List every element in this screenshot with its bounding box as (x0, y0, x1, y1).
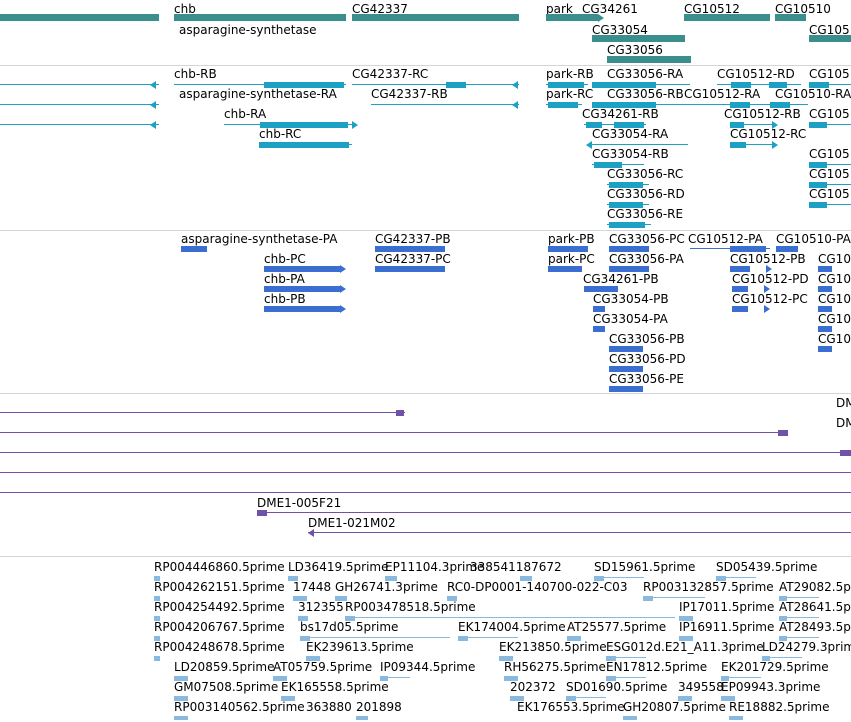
est-label: SD15961.5prime (594, 560, 696, 574)
est-label: EK213850.5prime (499, 640, 607, 654)
est-label: 363880 (306, 700, 352, 714)
est-label: EK176553.5prime (517, 700, 625, 714)
genome-browser-viewer[interactable]: chb asparagine-synthetase CG42337 park C… (0, 0, 851, 722)
est-label: EK201729.5prime (721, 660, 829, 674)
est-label: GH20807.5prime (623, 700, 726, 714)
est-label: RP004206767.5prime (154, 620, 285, 634)
est-label: GH26741.3prime (335, 580, 438, 594)
est-label: RP004254492.5prime (154, 600, 285, 614)
est-label: AT25577.5prime (567, 620, 667, 634)
est-label: RP003478518.5prime (345, 600, 476, 614)
est-label: 201898 (356, 700, 402, 714)
est-label: IP16911.5prime (679, 620, 775, 634)
est-label: EK174004.5prime (458, 620, 566, 634)
est-label: LD24279.3prim (762, 640, 851, 654)
est-label: 349558 (678, 680, 724, 694)
est-label: 338541187672 (470, 560, 562, 574)
est-label: 17448 (293, 580, 332, 594)
est-label: EP09943.3prime (721, 680, 821, 694)
est-label: RE18882.5prime (729, 700, 830, 714)
est-label: RP004248678.5prime (154, 640, 285, 654)
est-label: IP17011.5prime (679, 600, 775, 614)
est-label: RP004446860.5prime (154, 560, 285, 574)
est-label: LD36419.5prime (288, 560, 389, 574)
est-label: IP09344.5prime (380, 660, 476, 674)
est-label: EN17812.5prime (606, 660, 708, 674)
est-label: RP004262151.5prime (154, 580, 285, 594)
est-track: RP004446860.5prime LD36419.5prime EP1110… (0, 0, 851, 722)
est-label: AT29082.5p (779, 580, 851, 594)
est-label: 202372 (510, 680, 556, 694)
est-label: AT28641.5p (779, 600, 851, 614)
est-label: EK165558.5prime (281, 680, 389, 694)
est-label: 312355 (298, 600, 344, 614)
est-label: ESG012d.E21_A11.3prime (606, 640, 764, 654)
est-label: AT28493.5p (779, 620, 851, 634)
est-label: bs17d05.5prime (300, 620, 399, 634)
est-label: RP003140562.5prime (174, 700, 305, 714)
est-label: EK239613.5prime (306, 640, 414, 654)
est-label: SD05439.5prime (716, 560, 818, 574)
est-label: RH56275.5prime (504, 660, 606, 674)
est-label: LD20859.5prime (174, 660, 275, 674)
est-label: RC0-DP0001-140700-022-C03 (447, 580, 628, 594)
est-label: SD01690.5prime (566, 680, 668, 694)
est-label: RP003132857.5prime (643, 580, 774, 594)
est-label: GM07508.5prime (174, 680, 279, 694)
est-label: AT05759.5prime (273, 660, 373, 674)
